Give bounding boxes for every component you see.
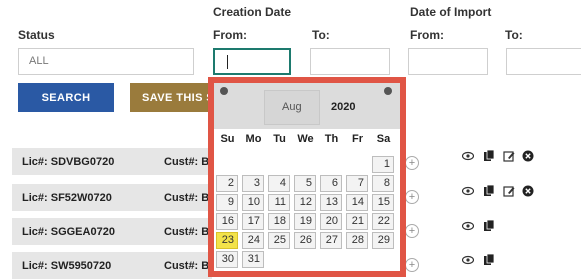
view-eye-icon[interactable] <box>462 220 474 232</box>
weekday-label: Su <box>220 133 235 145</box>
day-cell[interactable]: 15 <box>372 194 394 211</box>
day-cell[interactable]: 17 <box>242 213 264 230</box>
license-number: Lic#: SW5950720 <box>22 260 112 272</box>
copy-icon[interactable] <box>483 254 495 266</box>
day-cell[interactable]: 29 <box>372 232 394 249</box>
edit-icon[interactable] <box>503 150 515 162</box>
status-select[interactable]: ALL <box>18 48 194 75</box>
result-row[interactable]: Lic#: SGGEA0720 Cust#: B <box>12 218 212 245</box>
edit-icon[interactable] <box>503 185 515 197</box>
creation-from-label: From: <box>213 28 247 42</box>
import-from-label: From: <box>410 28 444 42</box>
day-cell-today[interactable]: 23 <box>216 232 238 249</box>
weekday-label: Mo <box>245 133 262 145</box>
day-cell[interactable]: 16 <box>216 213 238 230</box>
day-cell[interactable]: 30 <box>216 251 238 268</box>
day-cell[interactable]: 10 <box>242 194 264 211</box>
status-select-value: ALL <box>29 55 49 67</box>
weekday-label: Sa <box>376 133 391 145</box>
day-cell[interactable]: 5 <box>294 175 316 192</box>
creation-to-label: To: <box>312 28 330 42</box>
save-search-button[interactable]: SAVE THIS SE <box>130 83 220 112</box>
datepicker-popup[interactable]: Aug 2020 Su Mo Tu We Th Fr Sa 1 2 3 4 5 6 7 8 9 10 11 12 1… <box>208 77 406 277</box>
result-row[interactable]: Lic#: SW5950720 Cust#: B <box>12 252 212 279</box>
datepicker-header: Aug 2020 <box>214 83 400 129</box>
year-label: 2020 <box>331 101 356 113</box>
customer-number: Cust#: B <box>164 192 210 204</box>
creation-to-input[interactable] <box>310 48 390 75</box>
date-of-import-label: Date of Import <box>410 5 492 19</box>
day-cell[interactable]: 2 <box>216 175 238 192</box>
day-cell[interactable]: 18 <box>268 213 290 230</box>
day-cell[interactable]: 14 <box>346 194 368 211</box>
expand-row-icon[interactable]: + <box>405 224 419 238</box>
next-month-icon[interactable] <box>384 87 392 95</box>
result-row[interactable]: Lic#: SF52W0720 Cust#: B <box>12 184 212 211</box>
view-eye-icon[interactable] <box>462 150 474 162</box>
weekday-label: Th <box>324 133 339 145</box>
result-row[interactable]: Lic#: SDVBG0720 Cust#: B <box>12 148 212 175</box>
day-cell[interactable]: 4 <box>268 175 290 192</box>
day-cell[interactable]: 11 <box>268 194 290 211</box>
day-cell[interactable]: 8 <box>372 175 394 192</box>
month-label: Aug <box>282 101 302 113</box>
customer-number: Cust#: B <box>164 226 210 238</box>
expand-row-icon[interactable]: + <box>405 156 419 170</box>
delete-icon[interactable] <box>522 185 534 197</box>
prev-month-icon[interactable] <box>220 87 228 95</box>
copy-icon[interactable] <box>483 185 495 197</box>
day-cell[interactable]: 9 <box>216 194 238 211</box>
customer-number: Cust#: B <box>164 156 210 168</box>
license-number: Lic#: SGGEA0720 <box>22 226 115 238</box>
day-cell[interactable]: 31 <box>242 251 264 268</box>
day-cell[interactable]: 26 <box>294 232 316 249</box>
import-to-input[interactable] <box>506 48 581 75</box>
day-cell[interactable]: 6 <box>320 175 342 192</box>
copy-icon[interactable] <box>483 220 495 232</box>
day-cell[interactable]: 3 <box>242 175 264 192</box>
status-label: Status <box>18 28 55 42</box>
text-cursor <box>227 55 228 69</box>
copy-icon[interactable] <box>483 150 495 162</box>
day-cell[interactable]: 22 <box>372 213 394 230</box>
day-cell[interactable]: 21 <box>346 213 368 230</box>
expand-row-icon[interactable]: + <box>405 190 419 204</box>
creation-from-input[interactable] <box>213 48 291 75</box>
import-to-label: To: <box>505 28 523 42</box>
customer-number: Cust#: B <box>164 260 210 272</box>
weekday-label: Tu <box>273 133 286 145</box>
day-cell[interactable]: 1 <box>372 156 394 173</box>
day-cell[interactable]: 24 <box>242 232 264 249</box>
weekday-label: Fr <box>352 133 363 145</box>
license-number: Lic#: SDVBG0720 <box>22 156 115 168</box>
license-number: Lic#: SF52W0720 <box>22 192 112 204</box>
day-cell[interactable]: 25 <box>268 232 290 249</box>
day-cell[interactable]: 19 <box>294 213 316 230</box>
day-cell[interactable]: 27 <box>320 232 342 249</box>
import-from-input[interactable] <box>408 48 488 75</box>
day-cell[interactable]: 12 <box>294 194 316 211</box>
day-cell[interactable]: 28 <box>346 232 368 249</box>
delete-icon[interactable] <box>522 150 534 162</box>
view-eye-icon[interactable] <box>462 185 474 197</box>
search-button[interactable]: SEARCH <box>18 83 114 112</box>
day-cell[interactable]: 20 <box>320 213 342 230</box>
creation-date-label: Creation Date <box>213 5 292 19</box>
view-eye-icon[interactable] <box>462 254 474 266</box>
weekday-label: We <box>297 133 314 145</box>
day-cell[interactable]: 13 <box>320 194 342 211</box>
expand-row-icon[interactable]: + <box>405 258 419 272</box>
day-cell[interactable]: 7 <box>346 175 368 192</box>
